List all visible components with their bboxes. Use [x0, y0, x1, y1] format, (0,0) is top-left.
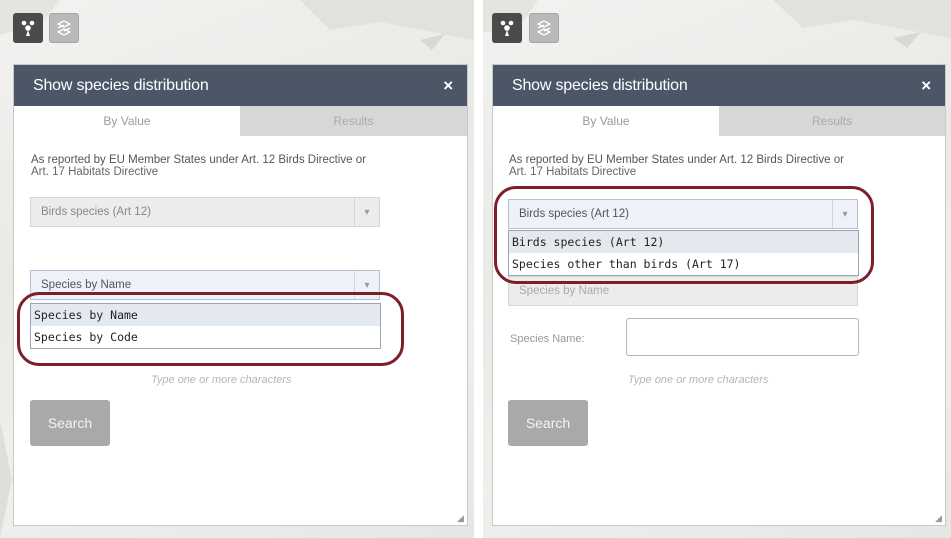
species-distribution-icon: [500, 20, 514, 36]
description-line-1: As reported by EU Member States under Ar…: [31, 154, 366, 166]
description-line-1: As reported by EU Member States under Ar…: [509, 154, 844, 166]
tab-by-value[interactable]: By Value: [14, 106, 240, 136]
resize-handle-icon[interactable]: ◢: [935, 513, 942, 524]
search-by-select[interactable]: Species by Name: [508, 276, 858, 306]
search-hint: Type one or more characters: [151, 374, 292, 386]
dropdown-option-species-by-code[interactable]: Species by Code: [31, 326, 380, 348]
species-group-value: Birds species (Art 12): [519, 208, 629, 220]
species-group-dropdown: Birds species (Art 12) Species other tha…: [508, 230, 859, 276]
panel-tabs: By Value Results: [493, 106, 945, 136]
species-name-label: Species Name:: [510, 333, 585, 345]
species-distribution-icon: [21, 20, 35, 36]
layers-tool-button[interactable]: [49, 13, 79, 43]
tab-results[interactable]: Results: [240, 106, 467, 136]
layers-icon: [56, 20, 72, 36]
dropdown-option-birds[interactable]: Birds species (Art 12): [509, 231, 858, 253]
resize-handle-icon[interactable]: ◢: [457, 513, 464, 524]
search-button[interactable]: Search: [30, 400, 110, 446]
species-group-value: Birds species (Art 12): [41, 206, 151, 218]
species-group-select[interactable]: Birds species (Art 12) ▾: [508, 199, 858, 229]
close-icon[interactable]: ×: [921, 76, 931, 96]
species-name-input[interactable]: [626, 318, 859, 356]
panel-header: Show species distribution ×: [14, 65, 467, 106]
layers-tool-button[interactable]: [529, 13, 559, 43]
search-by-value: Species by Name: [519, 285, 610, 297]
chevron-down-icon: ▾: [354, 271, 379, 299]
species-distribution-tool-button[interactable]: [13, 13, 43, 43]
close-icon[interactable]: ×: [443, 76, 453, 96]
panel-header: Show species distribution ×: [493, 65, 945, 106]
panel-description: As reported by EU Member States under Ar…: [31, 154, 451, 178]
chevron-down-icon: ▾: [832, 200, 857, 228]
panel-tabs: By Value Results: [14, 106, 467, 136]
search-by-select[interactable]: Species by Name ▾: [30, 270, 380, 300]
panel-title: Show species distribution: [33, 76, 209, 94]
description-line-2: Art. 17 Habitats Directive: [509, 166, 637, 178]
description-line-2: Art. 17 Habitats Directive: [31, 166, 159, 178]
dropdown-option-species-by-name[interactable]: Species by Name: [31, 304, 380, 326]
panel-title: Show species distribution: [512, 76, 688, 94]
search-hint: Type one or more characters: [628, 374, 769, 386]
tab-results[interactable]: Results: [719, 106, 945, 136]
dropdown-option-other-species[interactable]: Species other than birds (Art 17): [509, 253, 858, 275]
species-distribution-tool-button[interactable]: [492, 13, 522, 43]
search-by-dropdown: Species by Name Species by Code: [30, 303, 381, 349]
chevron-down-icon: ▾: [354, 198, 379, 226]
tab-by-value[interactable]: By Value: [493, 106, 719, 136]
search-by-value: Species by Name: [41, 279, 132, 291]
search-button[interactable]: Search: [508, 400, 588, 446]
species-group-select[interactable]: Birds species (Art 12) ▾: [30, 197, 380, 227]
panel-description: As reported by EU Member States under Ar…: [509, 154, 929, 178]
layers-icon: [536, 20, 552, 36]
